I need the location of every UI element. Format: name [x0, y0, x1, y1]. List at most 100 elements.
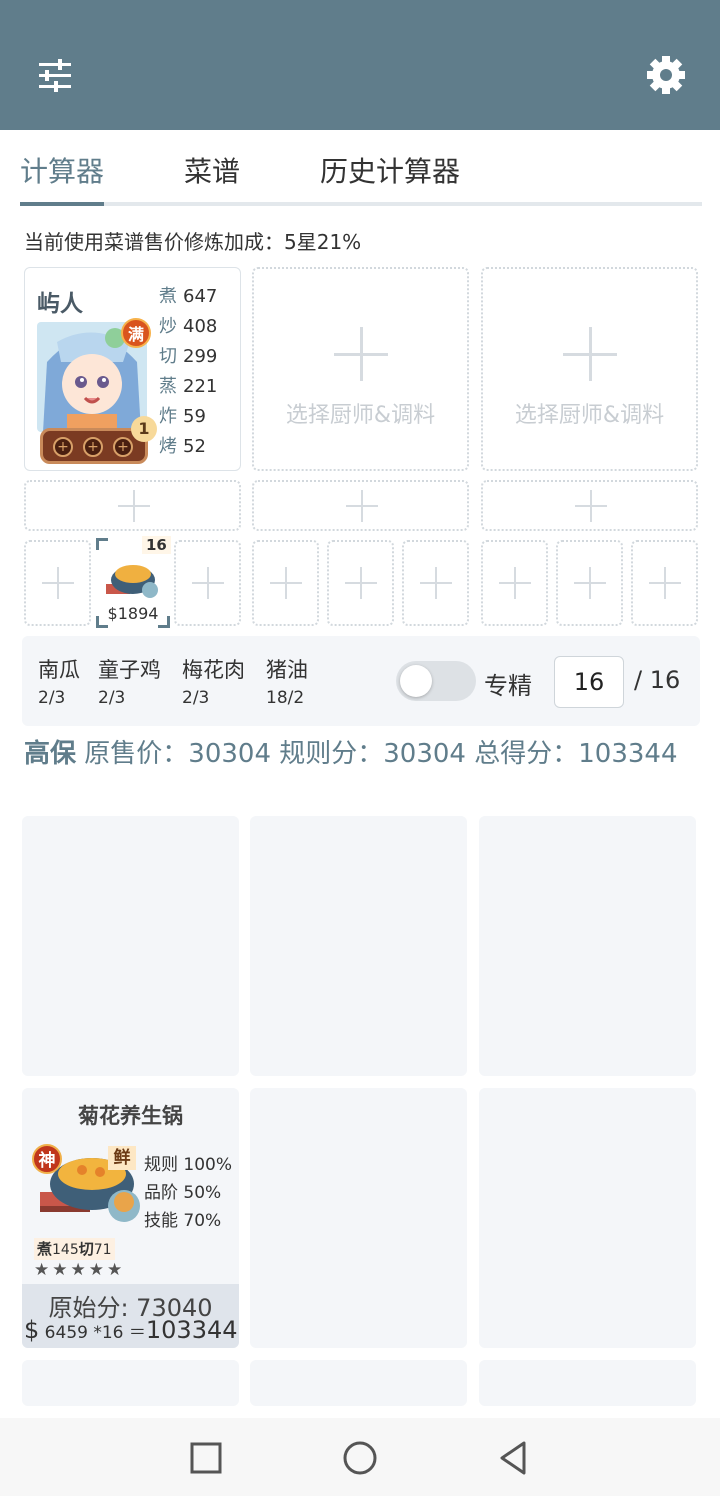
recipe-slot[interactable]	[252, 540, 319, 626]
specialize-max: / 16	[634, 666, 681, 694]
result-cell[interactable]	[250, 816, 467, 1076]
ingredient-count: 18/2	[266, 688, 305, 708]
skill-label: 煮	[37, 1240, 53, 1258]
skill-row: 炸 59	[159, 402, 217, 432]
equip-slot-plus-icon[interactable]: +	[83, 437, 103, 457]
max-badge: 满	[121, 318, 151, 348]
plus-icon	[649, 567, 681, 599]
chef-skills: 煮 647 炒 408 切 299 蒸 221 炸 59 烤 52	[159, 282, 217, 462]
skill-row: 煮 647	[159, 282, 217, 312]
tab-calculator[interactable]: 计算器	[20, 150, 104, 190]
skill-value: 59	[183, 406, 206, 427]
plus-icon	[575, 490, 607, 522]
recipe-slot[interactable]	[556, 540, 623, 626]
skill-row: 烤 52	[159, 432, 217, 462]
select-chef-slot-2[interactable]: 选择厨师&调料	[252, 267, 469, 471]
plus-icon	[192, 567, 224, 599]
equip-slot-plus-icon[interactable]: +	[113, 437, 133, 457]
ingredient-item: 梅花肉 2/3	[182, 654, 245, 708]
dish-result-card[interactable]: 菊花养生锅 神 鲜 规则 100% 品阶 50% 技能 70% 煮145切71 …	[22, 1088, 239, 1348]
ingredient-name: 猪油	[266, 658, 308, 682]
plus-icon	[563, 327, 617, 381]
plus-icon	[334, 327, 388, 381]
dish-name: 菊花养生锅	[78, 1104, 183, 1128]
dish-skill-requirements: 煮145切71	[34, 1238, 115, 1260]
skill-row: 切 299	[159, 342, 217, 372]
plus-icon	[574, 567, 606, 599]
ingredient-item: 猪油 18/2	[266, 654, 308, 708]
result-cell[interactable]	[479, 1088, 696, 1348]
recipe-slot[interactable]	[481, 540, 548, 626]
ingredient-item: 童子鸡 2/3	[98, 654, 161, 708]
chef-card[interactable]: 屿人 满 + + + 1 煮 647 炒 408 切 299 蒸 221 炸 59 烤 52	[24, 267, 241, 471]
currency-symbol: $	[24, 1316, 40, 1344]
formula-terms: 6459 *16 ＝	[39, 1323, 146, 1343]
tab-bar: 计算器 菜谱 历史计算器	[20, 130, 702, 206]
skill-value: 52	[183, 436, 206, 457]
home-icon[interactable]	[340, 1438, 380, 1482]
toggle-knob	[400, 665, 432, 697]
result-cell[interactable]	[479, 816, 696, 1076]
tab-recipes[interactable]: 菜谱	[184, 150, 240, 190]
dish-stats: 规则 100% 品阶 50% 技能 70%	[144, 1150, 232, 1234]
specialize-label: 专精	[484, 672, 532, 700]
skill-label: 炒	[159, 316, 177, 337]
skill-value: 299	[183, 346, 218, 367]
score-text: 原售价：30304 规则分：30304 总得分：103344	[76, 739, 678, 769]
select-chef-label: 选择厨师&调料	[514, 403, 665, 428]
tab-indicator	[20, 202, 104, 206]
rank-label: 高保	[24, 739, 77, 769]
stat-grade: 品阶 50%	[144, 1183, 222, 1203]
hotpot-dish-icon	[106, 565, 158, 598]
star-rating: ★★★★★	[34, 1260, 126, 1280]
plus-icon	[270, 567, 302, 599]
skill-value: 647	[183, 286, 218, 307]
score-formula: $ 6459 *16 ＝103344	[24, 1316, 238, 1344]
skill-row: 炒 408	[159, 312, 217, 342]
specialize-toggle[interactable]	[396, 661, 476, 701]
recipe-slot[interactable]	[24, 540, 91, 626]
recipe-slot[interactable]	[402, 540, 469, 626]
equip-slot-plus-icon[interactable]: +	[53, 437, 73, 457]
fresh-badge: 鲜	[108, 1146, 136, 1170]
chef-name: 屿人	[37, 291, 83, 317]
ingredient-count: 2/3	[38, 688, 66, 708]
back-icon[interactable]	[494, 1438, 534, 1482]
ingredient-count: 2/3	[182, 688, 210, 708]
skill-label: 蒸	[159, 376, 177, 397]
ingredient-name: 南瓜	[38, 658, 80, 682]
plus-icon	[420, 567, 452, 599]
skill-value: 221	[183, 376, 218, 397]
recipe-slot[interactable]	[631, 540, 698, 626]
result-cell[interactable]	[22, 816, 239, 1076]
plus-icon	[42, 567, 74, 599]
result-cell[interactable]	[250, 1088, 467, 1348]
recent-apps-icon[interactable]	[188, 1440, 224, 1480]
gear-icon[interactable]	[644, 53, 688, 97]
sliders-icon[interactable]	[36, 56, 76, 96]
tab-history[interactable]: 历史计算器	[320, 150, 460, 190]
result-cell[interactable]	[22, 1360, 239, 1406]
result-cell[interactable]	[250, 1360, 467, 1406]
skill-value: 145	[52, 1242, 79, 1258]
specialize-count-input[interactable]	[554, 656, 624, 708]
condiment-slot[interactable]	[481, 480, 698, 531]
skill-value: 71	[93, 1242, 112, 1258]
recipe-count-badge: 16	[142, 536, 171, 554]
recipe-slot[interactable]	[174, 540, 241, 626]
skill-row: 蒸 221	[159, 372, 217, 402]
stat-skill: 技能 70%	[144, 1211, 222, 1231]
plus-icon	[499, 567, 531, 599]
skill-label: 切	[159, 346, 177, 367]
skill-label: 切	[78, 1240, 94, 1258]
level-badge: 1	[131, 416, 157, 442]
skill-value: 408	[183, 316, 218, 337]
score-summary: 高保 原售价：30304 规则分：30304 总得分：103344	[24, 736, 704, 772]
condiment-slot[interactable]	[24, 480, 241, 531]
recipe-slot-filled[interactable]: 16 $1894	[96, 536, 171, 628]
result-cell[interactable]	[479, 1360, 696, 1406]
condiment-slot[interactable]	[252, 480, 469, 531]
system-nav-bar	[0, 1418, 720, 1496]
select-chef-slot-3[interactable]: 选择厨师&调料	[481, 267, 698, 471]
recipe-slot[interactable]	[327, 540, 394, 626]
